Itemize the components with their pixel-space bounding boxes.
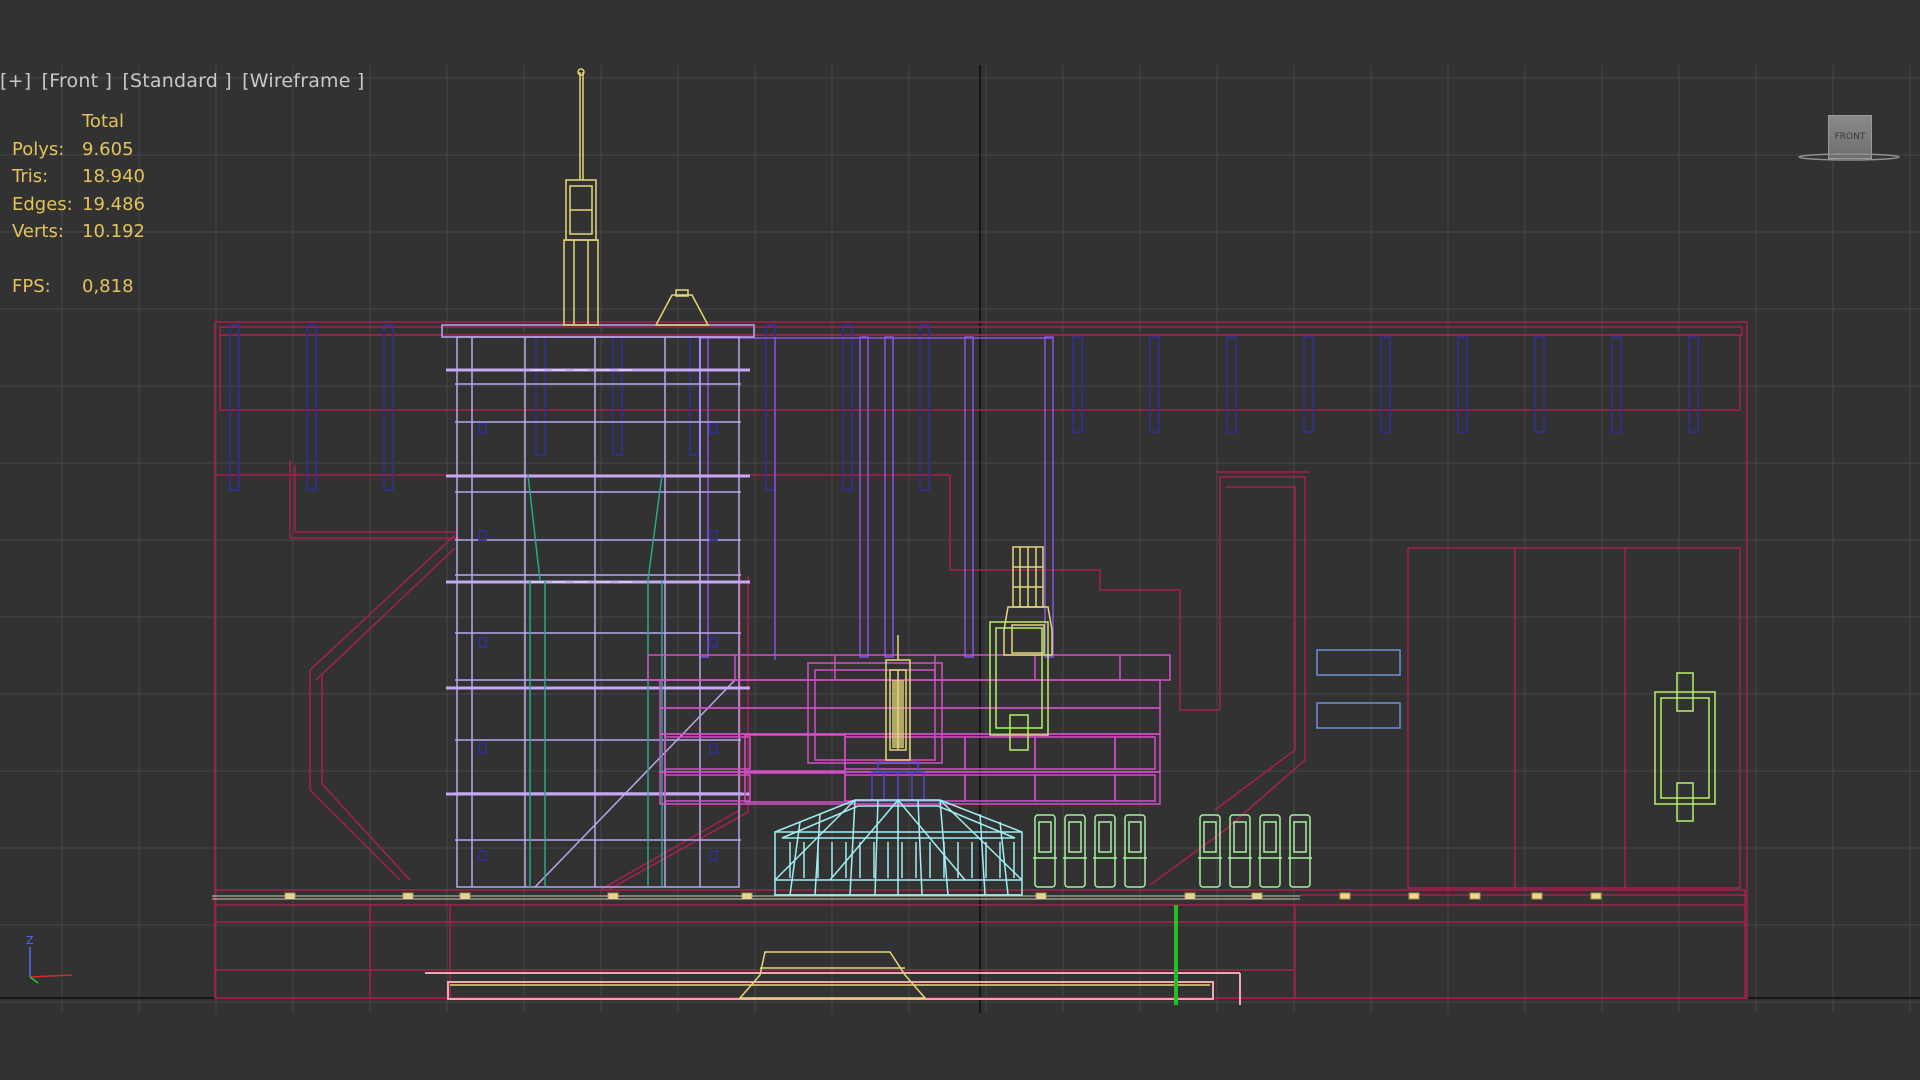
verts-label: Verts: [12,221,64,242]
axis-z-label: Z [26,934,34,947]
tris-label: Tris: [12,166,49,187]
vertical-column-wireframes[interactable] [229,324,1699,491]
polys-value: 9.605 [82,138,134,160]
viewport-label: [+] [Front ] [Standard ] [Wireframe ] [0,70,369,92]
lime-cabinet-wireframe[interactable] [989,621,1716,822]
antenna-mast-wireframe[interactable] [563,68,710,326]
stats-row-polys: Polys: 9.605 [12,136,145,164]
ramp-wireframe[interactable] [450,951,1210,999]
viewport-shading-menu[interactable]: [Standard ] [122,70,232,92]
purple-frame-wireframe[interactable] [699,336,1054,660]
wireframe-scene[interactable] [0,0,1920,1080]
edges-label: Edges: [12,193,73,215]
building-shell-wireframe[interactable] [214,321,1748,999]
viewport-general-menu[interactable]: [+] [0,70,31,92]
fps-value: 0,818 [82,275,134,297]
viewport-grid [0,65,1920,1013]
stats-row-verts: Verts: 10.192 [12,218,145,246]
viewcube-compass-ring[interactable] [1796,153,1902,161]
stats-row-fps: FPS: 0,818 [12,273,145,301]
floor-rail [212,895,1300,900]
scene-statistics: Total Polys: 9.605 Tris: 18.940 Edges: 1… [12,108,145,300]
wall-screens-wireframe[interactable] [1316,649,1401,729]
fps-label: FPS: [12,275,51,297]
front-viewport[interactable]: [+] [Front ] [Standard ] [Wireframe ] To… [0,0,1920,1080]
viewcube-face-label: FRONT [1834,132,1866,142]
chair-row-wireframes[interactable] [1033,814,1312,888]
pillar-highlight [892,680,904,748]
pillar-base-wireframe [871,761,925,801]
viewport-view-menu[interactable]: [Front ] [42,70,113,92]
stats-row-edges: Edges: 19.486 [12,191,145,219]
stats-row-tris: Tris: 18.940 [12,163,145,191]
viewport-render-mode-menu[interactable]: [Wireframe ] [242,70,364,92]
tris-value: 18.940 [82,166,145,187]
verts-value: 10.192 [82,221,145,242]
polys-label: Polys: [12,138,65,160]
stats-header: Total [82,111,125,132]
edges-value: 19.486 [82,193,145,215]
world-axes [0,65,1920,1013]
